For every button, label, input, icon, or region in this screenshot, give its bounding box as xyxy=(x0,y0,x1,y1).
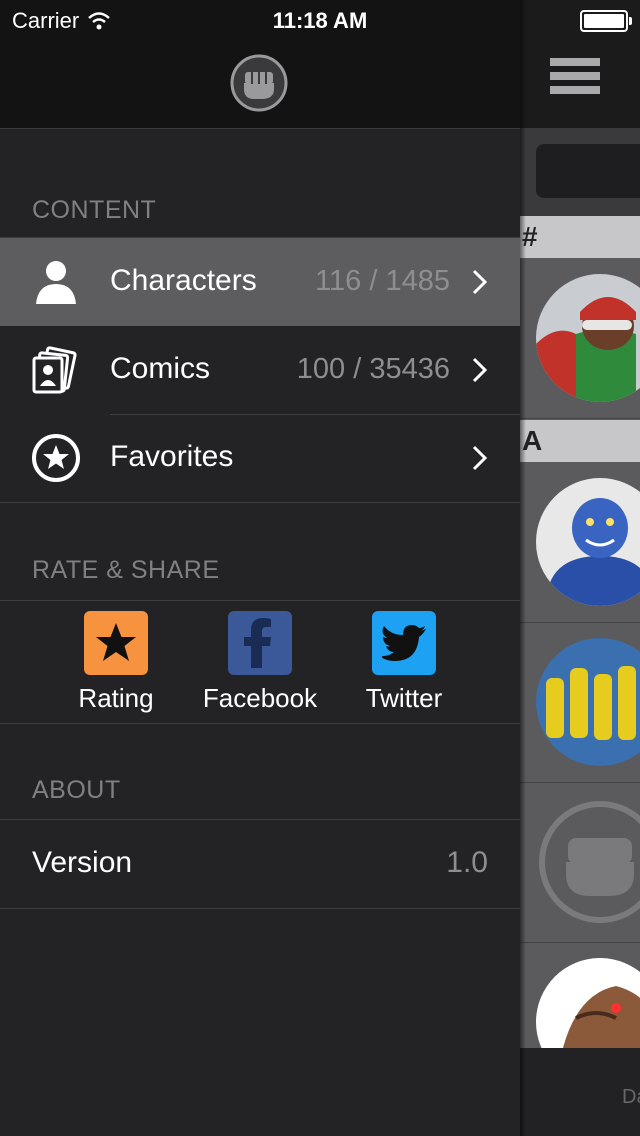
panel-shadow xyxy=(520,0,526,1136)
menu-item-label: Characters xyxy=(110,264,257,297)
facebook-icon xyxy=(228,611,292,675)
section-header: A xyxy=(520,420,640,462)
version-label: Version xyxy=(32,846,133,879)
version-row: Version 1.0 xyxy=(0,819,520,909)
bottom-bar-text: Da xyxy=(622,1086,640,1108)
list-item[interactable] xyxy=(520,942,640,1086)
version-value: 1.0 xyxy=(446,846,488,879)
star-icon xyxy=(32,434,80,482)
battery-icon xyxy=(580,10,632,32)
avatar xyxy=(536,638,640,766)
status-time: 11:18 AM xyxy=(272,8,368,33)
placeholder-fist-icon xyxy=(536,798,640,926)
twitter-icon xyxy=(372,611,436,675)
status-bar: Carrier 11:18 AM xyxy=(0,0,640,40)
chevron-right-icon xyxy=(472,445,488,471)
hamburger-menu-icon[interactable] xyxy=(550,58,600,106)
menu-item-label: Favorites xyxy=(110,440,234,473)
section-label-about: ABOUT xyxy=(32,776,121,804)
characters-list-panel[interactable]: # A D xyxy=(520,0,640,1136)
search-bar xyxy=(520,128,640,216)
section-label-content: CONTENT xyxy=(32,196,157,224)
chevron-right-icon xyxy=(472,357,488,383)
list-item[interactable] xyxy=(520,462,640,623)
side-menu: CONTENT Characters 116 / 1485 Comics 100… xyxy=(0,0,520,1136)
twitter-button[interactable]: Twitter xyxy=(339,611,469,714)
list-item[interactable] xyxy=(520,622,640,783)
menu-item-count: 116 / 1485 xyxy=(315,265,450,297)
menu-item-count: 100 / 35436 xyxy=(296,353,450,385)
fist-logo-icon xyxy=(230,54,288,112)
section-header: # xyxy=(520,216,640,258)
share-label: Rating xyxy=(78,683,154,713)
panel-bottom-bar: Da xyxy=(520,1048,640,1136)
comics-icon xyxy=(32,346,77,394)
chevron-right-icon xyxy=(472,269,488,295)
avatar xyxy=(536,274,640,402)
rating-star-icon xyxy=(84,611,148,675)
rating-button[interactable]: Rating xyxy=(51,611,181,714)
person-icon xyxy=(36,261,76,304)
share-row: Rating Facebook Twitter xyxy=(0,600,520,724)
section-label-rate-share: RATE & SHARE xyxy=(32,556,220,584)
avatar xyxy=(536,478,640,606)
list-item[interactable] xyxy=(520,258,640,419)
search-input[interactable] xyxy=(536,144,640,198)
menu-item-favorites[interactable]: Favorites xyxy=(0,414,520,502)
menu-item-comics[interactable]: Comics 100 / 35436 xyxy=(0,326,520,414)
divider xyxy=(0,502,520,503)
share-label: Facebook xyxy=(202,683,318,713)
share-label: Twitter xyxy=(365,683,443,713)
facebook-button[interactable]: Facebook xyxy=(195,611,325,714)
menu-item-label: Comics xyxy=(110,352,211,385)
menu-item-characters[interactable]: Characters 116 / 1485 xyxy=(0,238,520,326)
list-item[interactable] xyxy=(520,782,640,943)
